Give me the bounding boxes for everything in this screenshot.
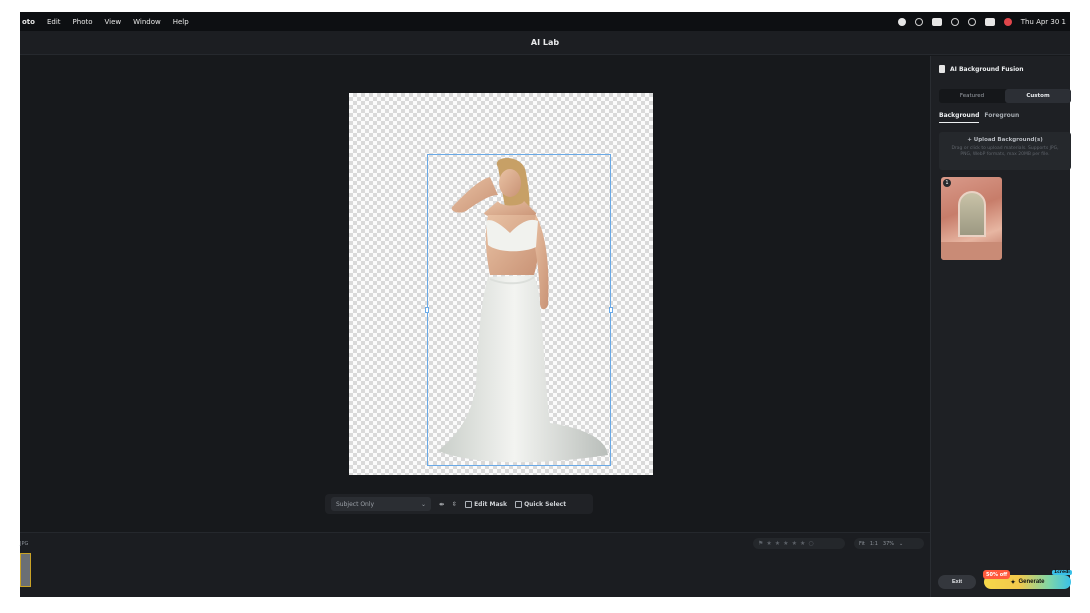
menu-view[interactable]: View <box>105 18 122 26</box>
credit-badge: 1credi <box>1052 570 1072 575</box>
star-icon[interactable]: ★ <box>800 540 805 547</box>
star-icon[interactable]: ★ <box>766 540 771 547</box>
menu-photo[interactable]: Photo <box>73 18 93 26</box>
panel-subtabs: Background Foregroun <box>939 112 1019 123</box>
record-icon[interactable] <box>897 17 906 26</box>
quick-select-icon <box>515 500 523 508</box>
discount-badge: 50% off <box>983 570 1011 579</box>
background-window-image <box>958 191 986 237</box>
wifi-icon[interactable] <box>950 17 959 26</box>
tab-custom[interactable]: Custom <box>1005 89 1071 103</box>
window-title: AI Lab <box>20 31 1070 55</box>
background-thumbnail[interactable]: 1 <box>941 177 1002 260</box>
app-window: AI Lab Subject Only ⌄ ⇹ ⇳ Edit Mask Quic… <box>20 31 1072 597</box>
upload-label: Upload Background(s) <box>973 137 1043 143</box>
panel-tabs: Featured Custom <box>939 89 1071 103</box>
canvas-area[interactable]: Subject Only ⌄ ⇹ ⇳ Edit Mask Quick Selec… <box>20 56 930 532</box>
resize-handle-right[interactable] <box>609 307 613 313</box>
filmstrip-thumbnail[interactable] <box>20 553 31 587</box>
control-center-icon[interactable] <box>984 17 995 26</box>
menu-bar: oto Edit Photo View Window Help Thu Apr … <box>20 12 1070 31</box>
subtab-background[interactable]: Background <box>939 112 980 123</box>
star-icon[interactable]: ★ <box>783 540 788 547</box>
search-icon[interactable] <box>967 17 976 26</box>
rating-bar[interactable]: ⚑ ★ ★ ★ ★ ★ ○ <box>753 538 845 549</box>
thumbnail-badge: 1 <box>943 179 951 187</box>
zoom-controls: Fit 1:1 37% ⌄ <box>854 538 924 549</box>
upload-hint: Drag or click to upload materials. Suppo… <box>951 146 1059 157</box>
chevron-down-icon[interactable]: ⌄ <box>899 541 903 547</box>
subject-figure <box>438 157 608 463</box>
menu-bar-items: oto Edit Photo View Window Help <box>20 18 189 26</box>
flip-vertical-icon[interactable]: ⇳ <box>452 501 457 508</box>
background-fusion-icon <box>939 65 945 73</box>
mask-icon <box>465 500 473 508</box>
menu-app[interactable]: oto <box>22 18 35 26</box>
background-floor-image <box>941 242 1002 260</box>
quick-select-button[interactable]: Quick Select <box>515 500 567 508</box>
filmstrip-file-label: JPG <box>20 541 29 547</box>
right-panel: AI Background Fusion Featured Custom Bac… <box>930 56 1072 597</box>
clock[interactable]: Thu Apr 30 1 <box>1021 18 1066 26</box>
edit-mask-button[interactable]: Edit Mask <box>465 500 508 508</box>
flip-horizontal-icon[interactable]: ⇹ <box>439 501 444 508</box>
sparkle-icon: ✦ <box>1010 579 1016 586</box>
canvas-toolstrip: Subject Only ⌄ ⇹ ⇳ Edit Mask Quick Selec… <box>325 494 593 514</box>
chevron-down-icon: ⌄ <box>420 500 426 508</box>
resize-handle-left[interactable] <box>425 307 429 313</box>
subject-selection-box[interactable] <box>425 154 613 466</box>
upload-dropzone[interactable]: + Upload Background(s) Drag or click to … <box>939 132 1071 170</box>
zoom-level[interactable]: 37% <box>883 541 894 547</box>
generate-label: Generate <box>1018 579 1045 585</box>
mode-select[interactable]: Subject Only ⌄ <box>331 497 431 511</box>
menu-window[interactable]: Window <box>133 18 161 26</box>
exit-button[interactable]: Exit <box>938 575 976 589</box>
zoom-fit-button[interactable]: Fit <box>859 541 865 547</box>
color-label-icon[interactable]: ○ <box>808 540 813 547</box>
reject-flag-icon[interactable]: ⚑ <box>758 540 763 547</box>
menu-edit[interactable]: Edit <box>47 18 61 26</box>
panel-title: AI Background Fusion <box>939 65 1024 73</box>
mode-select-value: Subject Only <box>336 500 375 508</box>
zoom-one-to-one-button[interactable]: 1:1 <box>870 541 878 547</box>
panel-title-text: AI Background Fusion <box>950 65 1024 73</box>
photo-canvas[interactable] <box>349 93 653 475</box>
menu-help[interactable]: Help <box>173 18 189 26</box>
notification-icon[interactable] <box>1003 17 1012 26</box>
status-icons: Thu Apr 30 1 <box>897 17 1070 26</box>
activity-icon[interactable] <box>914 17 923 26</box>
quick-select-label: Quick Select <box>524 500 567 508</box>
filmstrip: JPG ⚑ ★ ★ ★ ★ ★ ○ Fit 1:1 37% ⌄ <box>20 532 930 597</box>
keyboard-input-icon[interactable] <box>931 17 942 26</box>
tab-featured[interactable]: Featured <box>939 89 1005 103</box>
edit-mask-label: Edit Mask <box>474 500 508 508</box>
star-icon[interactable]: ★ <box>775 540 780 547</box>
subtab-foreground[interactable]: Foregroun <box>984 112 1019 123</box>
star-icon[interactable]: ★ <box>792 540 797 547</box>
